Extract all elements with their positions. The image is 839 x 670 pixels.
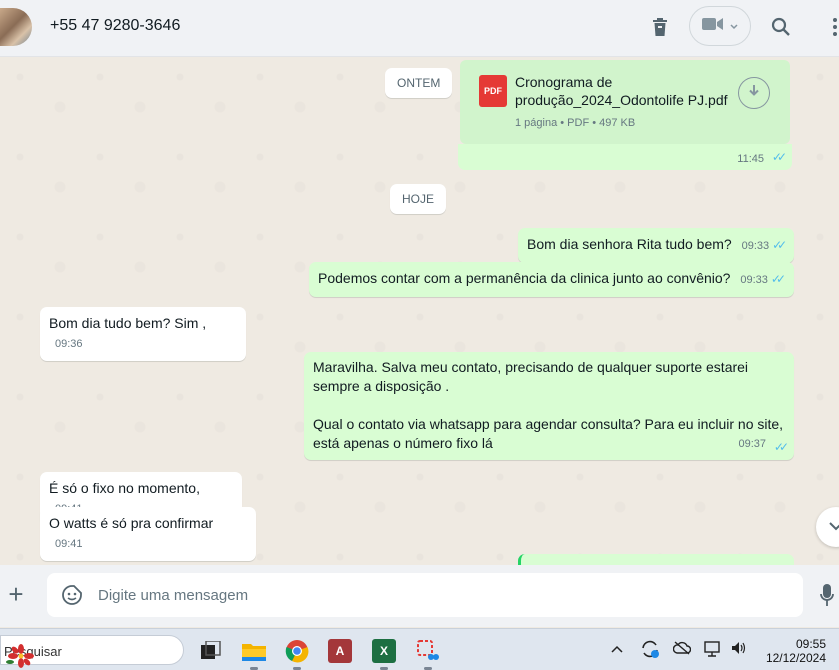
message-outgoing[interactable]: Maravilha. Salva meu contato, precisando… — [304, 352, 794, 460]
read-ticks-icon: ✓✓ — [770, 272, 786, 286]
network-icon[interactable] — [704, 641, 722, 660]
chat-header: +55 47 9280-3646 — [0, 0, 839, 57]
poinsettia-icon — [4, 644, 38, 668]
video-call-icon — [702, 17, 724, 36]
message-text: É só o fixo no momento, — [49, 480, 200, 496]
cloud-offline-icon[interactable] — [672, 641, 692, 658]
taskbar-search[interactable]: Pesquisar — [0, 635, 184, 668]
message-text: Podemos contar com a permanência da clin… — [318, 270, 731, 286]
excel-icon[interactable]: X — [372, 639, 396, 663]
task-view-icon[interactable] — [199, 639, 223, 663]
date-chip-today: HOJE — [390, 184, 447, 214]
video-call-button[interactable] — [689, 6, 751, 46]
message-input[interactable]: Digite uma mensagem — [47, 573, 803, 617]
chat-area[interactable]: PDF Cronograma de produção_2024_Odontoli… — [0, 57, 839, 565]
message-text: Bom dia tudo bem? Sim , — [49, 315, 207, 331]
message-time: 09:36 — [55, 338, 83, 350]
pdf-attachment[interactable]: PDF Cronograma de produção_2024_Odontoli… — [460, 60, 790, 144]
message-time: 09:37 — [738, 438, 766, 450]
pdf-file-icon: PDF — [479, 75, 507, 107]
chevron-down-icon — [730, 17, 738, 35]
download-icon — [747, 84, 761, 103]
attach-icon[interactable]: + — [4, 581, 28, 607]
taskbar-clock[interactable]: 09:55 12/12/2024 — [760, 637, 826, 665]
tray-chevron-up-icon[interactable] — [611, 641, 623, 656]
windows-taskbar: Pesquisar A X 09:55 12/12/2024 — [0, 628, 839, 670]
menu-icon[interactable] — [822, 14, 839, 40]
message-text: O watts é só pra confirmar — [49, 515, 214, 531]
message-outgoing[interactable]: Bom dia senhora Rita tudo bem? 09:33 ✓✓ — [518, 228, 794, 263]
sync-icon[interactable] — [640, 639, 660, 662]
message-time: 11:45 — [737, 153, 764, 165]
pdf-file-name[interactable]: Cronograma de produção_2024_Odontolife P… — [515, 73, 735, 109]
read-ticks-icon: ✓✓ — [772, 238, 787, 252]
message-text-line: Maravilha. Salva meu contato, precisando… — [313, 359, 749, 375]
chrome-icon[interactable] — [285, 639, 309, 663]
message-incoming[interactable]: Bom dia tudo bem? Sim , 09:36 — [40, 307, 246, 361]
read-ticks-icon: ✓✓ — [771, 150, 787, 164]
file-explorer-icon[interactable] — [242, 639, 266, 663]
message-input-placeholder: Digite uma mensagem — [98, 587, 249, 604]
message-outgoing[interactable]: Podemos contar com a permanência da clin… — [309, 262, 794, 297]
clock-time: 09:55 — [795, 637, 826, 651]
sticker-icon[interactable] — [61, 584, 83, 606]
pdf-message-footer: 11:45 ✓✓ — [458, 144, 792, 170]
contact-avatar[interactable] — [0, 8, 32, 46]
chevron-down-icon — [829, 518, 839, 536]
message-time: 09:33 — [741, 240, 770, 252]
access-icon[interactable]: A — [328, 639, 352, 663]
message-text-line: está apenas o número fixo lá — [313, 435, 493, 451]
date-chip-yesterday: ONTEM — [385, 68, 453, 98]
microphone-icon[interactable] — [820, 583, 834, 612]
message-composer: + Digite uma mensagem — [0, 565, 839, 627]
message-outgoing-partial[interactable] — [518, 554, 794, 565]
pdf-file-meta: 1 página • PDF • 497 KB — [515, 117, 636, 129]
volume-icon[interactable] — [731, 641, 747, 658]
read-ticks-icon: ✓✓ — [773, 440, 789, 454]
contact-name[interactable]: +55 47 9280-3646 — [50, 17, 180, 35]
scroll-down-button[interactable] — [816, 507, 839, 547]
snipping-tool-icon[interactable] — [416, 639, 440, 663]
search-icon[interactable] — [768, 14, 794, 40]
message-incoming[interactable]: O watts é só pra confirmar 09:41 — [40, 507, 256, 561]
message-text-line: Qual o contato via whatsapp para agendar… — [313, 416, 784, 432]
message-text-line: sempre a disposição . — [313, 378, 450, 394]
download-button[interactable] — [738, 77, 770, 109]
message-time: 09:41 — [55, 538, 83, 550]
clock-date: 12/12/2024 — [765, 651, 826, 665]
delete-icon[interactable] — [647, 14, 673, 40]
message-time: 09:33 — [740, 274, 768, 286]
message-text: Bom dia senhora Rita tudo bem? — [527, 236, 732, 252]
